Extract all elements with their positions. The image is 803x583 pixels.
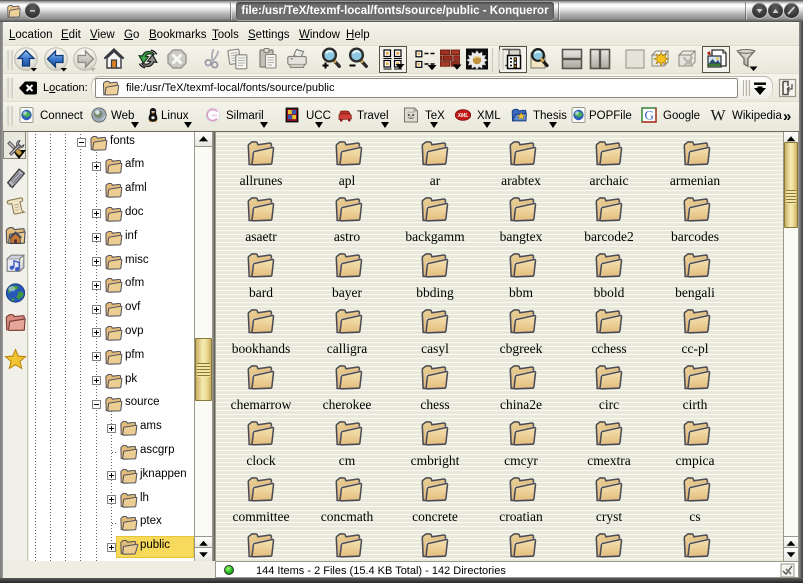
svg-text:G: G — [645, 108, 654, 123]
svg-text:W: W — [710, 108, 726, 124]
svg-text:silm: silm — [211, 114, 217, 118]
svg-text:XML: XML — [457, 113, 469, 119]
